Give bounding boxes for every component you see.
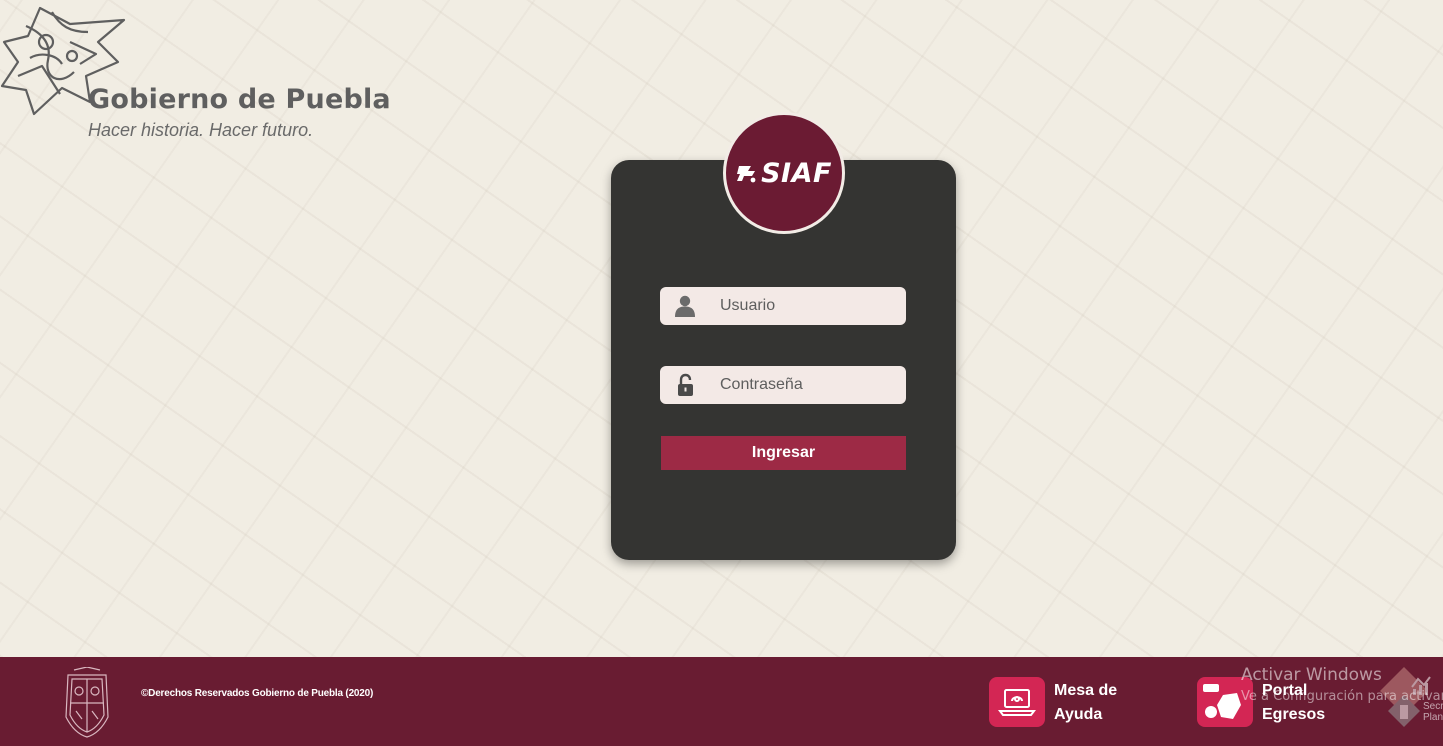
helpdesk-tile xyxy=(989,677,1045,727)
puebla-coat-of-arms-icon xyxy=(65,667,109,738)
copyright-text: ©Derechos Reservados Gobierno de Puebla … xyxy=(141,688,374,699)
page-title: Gobierno de Puebla xyxy=(88,84,391,115)
siaf-logo-text: SIAF xyxy=(761,157,832,189)
lock-icon xyxy=(678,373,693,396)
mesa-de-ayuda-label-line1: Mesa de xyxy=(1054,682,1118,699)
slogan: Hacer historia. Hacer futuro. xyxy=(88,120,314,140)
portal-egresos-label-line2: Egresos xyxy=(1262,706,1326,723)
username-input[interactable] xyxy=(720,287,900,325)
password-field[interactable] xyxy=(660,366,906,404)
footer: ©Derechos Reservados Gobierno de Puebla … xyxy=(0,657,1443,746)
siaf-logo-badge: SIAF xyxy=(723,112,845,234)
windows-activation-title: Activar Windows xyxy=(1241,665,1382,685)
helpdesk-laptop-icon xyxy=(998,689,1036,716)
gobierno-puebla-logo: Gobierno de Puebla Hacer historia. Hacer… xyxy=(0,0,400,150)
mesa-de-ayuda-label-line2: Ayuda xyxy=(1054,706,1103,723)
seplan-text: Secr Plan xyxy=(1423,701,1443,723)
password-input[interactable] xyxy=(720,366,900,404)
siaf-mark-icon xyxy=(737,166,756,183)
user-icon xyxy=(675,295,695,317)
username-field[interactable] xyxy=(660,287,906,325)
windows-activation-subtitle: Ve a Configuración para activar Windows. xyxy=(1241,689,1443,704)
login-button[interactable]: Ingresar xyxy=(661,436,906,470)
seplan-text-line2: Plan xyxy=(1423,712,1443,723)
